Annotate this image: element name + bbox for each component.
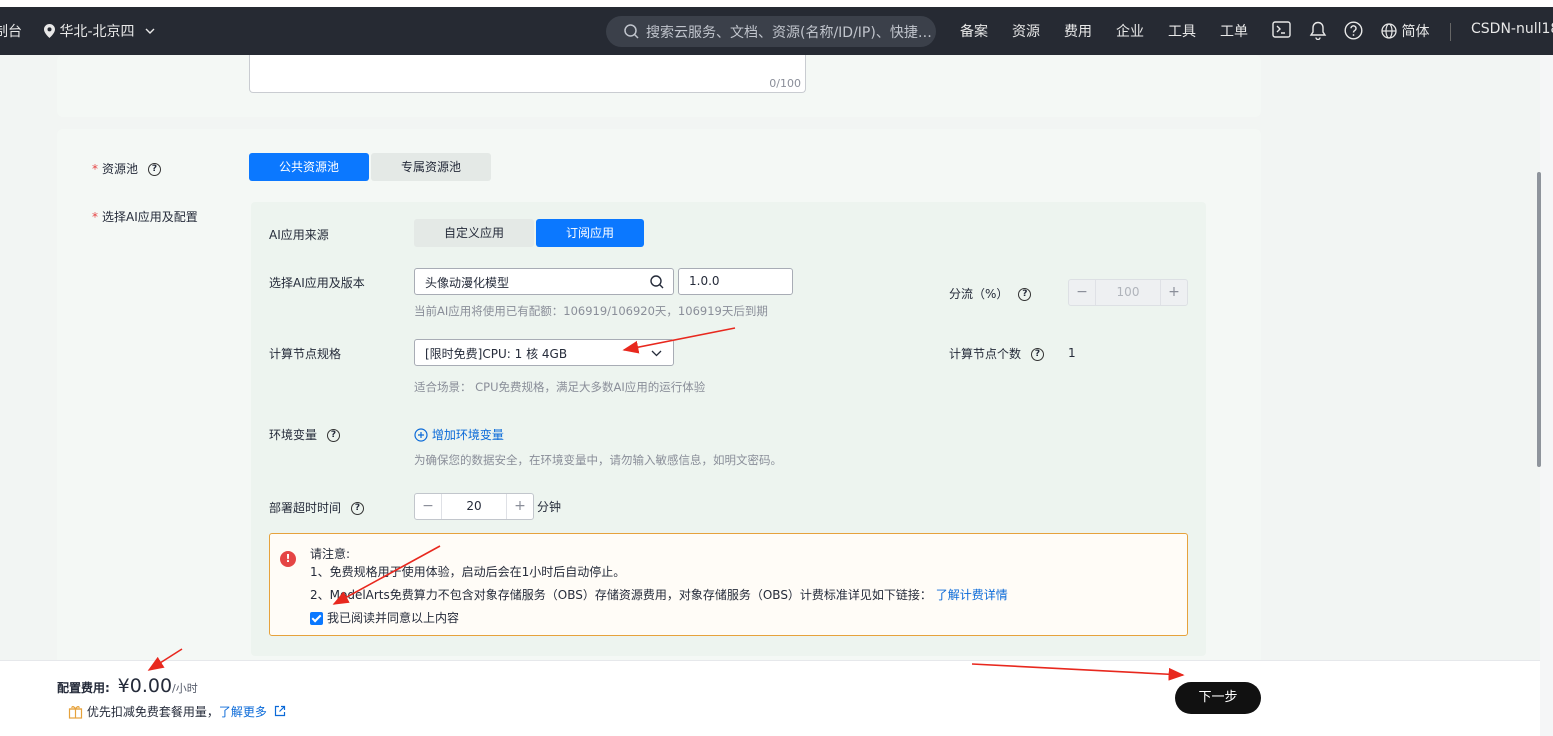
dedicated-pool-button[interactable]: 专属资源池 [371, 153, 491, 181]
timeout-stepper[interactable]: − 20 + [414, 493, 534, 520]
chevron-down-icon [651, 350, 662, 357]
spec-label: 计算节点规格 [269, 347, 342, 361]
notice-line-1: 1、免费规格用于使用体验，启动后会在1小时后自动停止。 [310, 565, 626, 579]
resource-pool-label: * 资源池? [92, 160, 162, 177]
notice-line-2: 2、ModelArts免费算力不包含对象存储服务（OBS）存储资源费用，对象存储… [310, 588, 1008, 602]
fee-label: 配置费用: [57, 681, 110, 695]
public-pool-button[interactable]: 公共资源池 [249, 153, 369, 181]
app-source-label: AI应用来源 [269, 228, 329, 242]
scrollbar-track[interactable] [1540, 55, 1553, 736]
nav-tools[interactable]: 工具 [1168, 21, 1196, 41]
traffic-value: 100 [1095, 280, 1161, 305]
spec-select[interactable]: [限时免费]CPU: 1 核 4GB [414, 339, 674, 366]
fee-summary: 配置费用: ¥0.00/小时 [57, 675, 198, 697]
console-title[interactable]: 制台 [0, 21, 22, 41]
language-label: 简体 [1401, 24, 1430, 40]
bell-icon[interactable] [1309, 21, 1327, 40]
nav-billing[interactable]: 费用 [1064, 21, 1092, 41]
app-version-label: 选择AI应用及版本 [269, 276, 365, 290]
traffic-label: 分流（%）? [949, 285, 1032, 302]
nav-resources[interactable]: 资源 [1012, 21, 1040, 41]
account-menu[interactable]: CSDN-null18 [1471, 21, 1553, 37]
node-count-value: 1 [1068, 346, 1076, 360]
location-pin-icon [44, 24, 55, 38]
env-label: 环境变量? [269, 426, 341, 443]
terminal-icon[interactable] [1272, 21, 1291, 38]
version-select[interactable]: 1.0.0 [678, 268, 793, 295]
help-icon[interactable]: ? [1018, 288, 1032, 301]
help-icon[interactable]: ? [148, 163, 162, 176]
region-selector[interactable]: 华北-北京四 [44, 21, 155, 41]
search-icon [624, 24, 639, 39]
node-count-label: 计算节点个数? [949, 345, 1045, 362]
nav-beian[interactable]: 备案 [960, 21, 988, 41]
search-icon[interactable] [650, 275, 664, 289]
required-mark: * [92, 210, 98, 224]
decrement-button[interactable]: − [1069, 280, 1095, 305]
help-icon[interactable]: ? [351, 502, 365, 515]
ai-app-config-label: * 选择AI应用及配置 [92, 210, 198, 224]
agree-checkbox[interactable]: 我已阅读并同意以上内容 [310, 609, 459, 626]
scrollbar-thumb[interactable] [1537, 172, 1541, 467]
checkbox-checked-icon[interactable] [310, 612, 323, 625]
app-name-value: 头像动漫化模型 [425, 276, 510, 290]
footer-bar: 配置费用: ¥0.00/小时 优先扣减免费套餐用量，了解更多 下一步 [0, 660, 1540, 736]
search-placeholder: 搜索云服务、文档、资源(名称/ID/IP)、快捷… [646, 25, 932, 41]
free-spec-notice: ! 请注意: 1、免费规格用于使用体验，启动后会在1小时后自动停止。 2、Mod… [269, 533, 1188, 636]
traffic-stepper[interactable]: − 100 + [1068, 279, 1188, 306]
chevron-down-icon [145, 28, 155, 34]
app-search-input[interactable]: 头像动漫化模型 [414, 268, 674, 295]
billing-details-link[interactable]: 了解计费详情 [936, 588, 1008, 602]
gift-icon [68, 706, 83, 719]
nav-enterprise[interactable]: 企业 [1116, 21, 1144, 41]
fee-value: ¥0.00 [117, 675, 173, 697]
nav-tickets[interactable]: 工单 [1220, 21, 1248, 41]
help-icon[interactable] [1344, 21, 1363, 40]
subscribed-app-button[interactable]: 订阅应用 [536, 219, 644, 247]
custom-app-button[interactable]: 自定义应用 [414, 219, 534, 247]
decrement-button[interactable]: − [415, 494, 441, 519]
env-hint: 为确保您的数据安全，在环境变量中，请勿输入敏感信息，如明文密码。 [414, 453, 782, 467]
fee-unit: /小时 [172, 682, 198, 695]
timeout-unit: 分钟 [537, 500, 562, 514]
increment-button[interactable]: + [507, 494, 533, 519]
required-mark: * [92, 162, 98, 176]
timeout-value[interactable]: 20 [441, 494, 507, 519]
top-nav-bar: 制台 华北-北京四 搜索云服务、文档、资源(名称/ID/IP)、快捷… 备案 资… [0, 0, 1553, 55]
warning-icon: ! [280, 551, 296, 567]
add-env-var-button[interactable]: 增加环境变量 [414, 426, 504, 443]
language-selector[interactable]: 简体 [1381, 21, 1429, 41]
notice-title: 请注意: [310, 547, 351, 561]
description-textarea[interactable]: 0/100 [249, 55, 806, 93]
promo-line: 优先扣减免费套餐用量，了解更多 [68, 703, 286, 720]
quota-hint: 当前AI应用将使用已有配额：106919/106920天，106919天后到期 [414, 304, 768, 318]
increment-button[interactable]: + [1161, 280, 1187, 305]
help-icon[interactable]: ? [1031, 348, 1045, 361]
region-name: 华北-北京四 [59, 24, 135, 40]
timeout-label: 部署超时时间? [269, 499, 365, 516]
next-step-button[interactable]: 下一步 [1175, 682, 1261, 714]
external-link-icon [274, 705, 285, 717]
help-icon[interactable]: ? [327, 429, 341, 442]
spec-value: [限时免费]CPU: 1 核 4GB [425, 347, 568, 361]
plus-circle-icon [414, 428, 428, 442]
char-counter: 0/100 [769, 77, 801, 90]
topbar-divider [1450, 23, 1451, 41]
global-search-input[interactable]: 搜索云服务、文档、资源(名称/ID/IP)、快捷… [606, 16, 936, 47]
learn-more-link[interactable]: 了解更多 [219, 705, 286, 719]
spec-hint: 适合场景： CPU免费规格，满足大多数AI应用的运行体验 [414, 380, 706, 394]
globe-icon [1381, 23, 1397, 39]
